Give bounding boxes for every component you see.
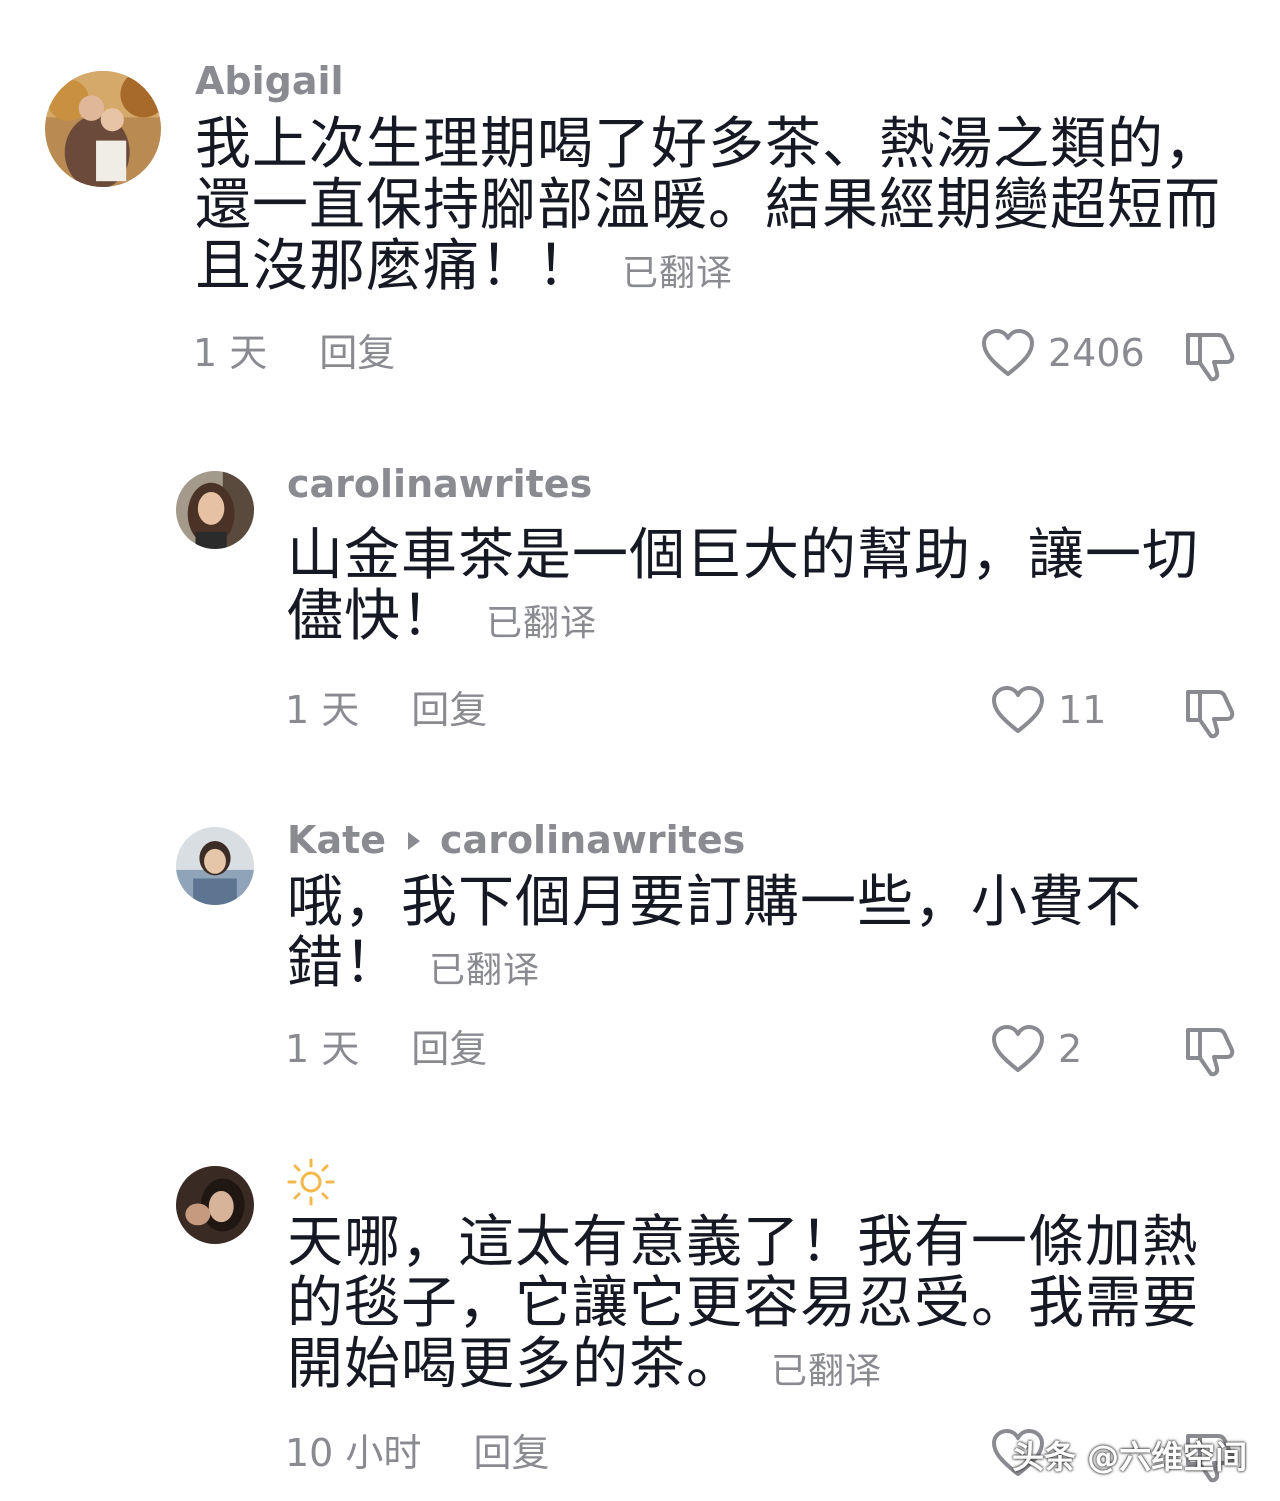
comment-meta: 1 天 回复	[285, 1027, 487, 1071]
sun-icon	[287, 1158, 335, 1206]
like-count: 2	[1058, 1027, 1083, 1071]
heart-icon	[992, 1025, 1044, 1072]
reply-button[interactable]: 回复	[411, 688, 487, 732]
comment-time: 1 天	[285, 1027, 360, 1071]
comment-body: 山金車茶是一個巨大的幫助，讓一切儘快！	[287, 523, 1199, 649]
thumbs-down-icon[interactable]	[1182, 1022, 1238, 1078]
comment-time: 10 小时	[285, 1431, 422, 1475]
comment-text: 哦，我下個月要訂購一些，小費不錯！ 已翻译	[287, 872, 1227, 1001]
heart-icon	[992, 686, 1044, 733]
reply-author[interactable]: Kate	[287, 818, 386, 862]
username[interactable]: Kate carolinawrites	[287, 818, 745, 862]
like-button[interactable]: 2406	[980, 328, 1145, 378]
translated-label[interactable]: 已翻译	[771, 1351, 882, 1392]
thumbs-down-icon[interactable]	[1182, 327, 1238, 383]
translated-label[interactable]: 已翻译	[622, 253, 733, 294]
watermark: 头条 @六维空间	[1012, 1438, 1248, 1476]
like-count: 2406	[1048, 331, 1145, 375]
heart-icon	[982, 329, 1034, 376]
comment-text: 天哪，這太有意義了！我有一條加熱的毯子，它讓它更容易忍受。我需要開始喝更多的茶。…	[287, 1212, 1227, 1402]
translated-label[interactable]: 已翻译	[486, 603, 597, 644]
like-count: 11	[1058, 688, 1107, 732]
reply-arrow-icon	[408, 832, 421, 850]
thumbs-down-icon[interactable]	[1182, 684, 1238, 740]
comment-meta: 1 天 回复	[193, 331, 395, 375]
comment-time: 1 天	[285, 688, 360, 732]
avatar[interactable]	[45, 71, 161, 187]
avatar[interactable]	[176, 1166, 254, 1244]
comment-body: 哦，我下個月要訂購一些，小費不錯！	[287, 870, 1142, 996]
reply-target[interactable]: carolinawrites	[440, 818, 745, 862]
like-button[interactable]: 11	[990, 685, 1106, 735]
comment-meta: 1 天 回复	[285, 688, 487, 732]
reply-button[interactable]: 回复	[411, 1027, 487, 1071]
reply-button[interactable]: 回复	[319, 331, 395, 375]
avatar[interactable]	[176, 827, 254, 905]
username[interactable]: carolinawrites	[287, 462, 592, 506]
comment-text: 我上次生理期喝了好多茶、熱湯之類的，還一直保持腳部溫暖。結果經期變超短而且沒那麼…	[195, 114, 1225, 304]
reply-button[interactable]: 回复	[473, 1431, 549, 1475]
comment-time: 1 天	[193, 331, 268, 375]
avatar[interactable]	[176, 471, 254, 549]
like-button[interactable]: 2	[990, 1024, 1082, 1074]
comment-text: 山金車茶是一個巨大的幫助，讓一切儘快！ 已翻译	[287, 525, 1227, 654]
username[interactable]: Abigail	[195, 59, 344, 103]
comment-body: 天哪，這太有意義了！我有一條加熱的毯子，它讓它更容易忍受。我需要開始喝更多的茶。	[287, 1210, 1199, 1397]
translated-label[interactable]: 已翻译	[429, 950, 540, 991]
comment-meta: 10 小时 回复	[285, 1431, 549, 1475]
